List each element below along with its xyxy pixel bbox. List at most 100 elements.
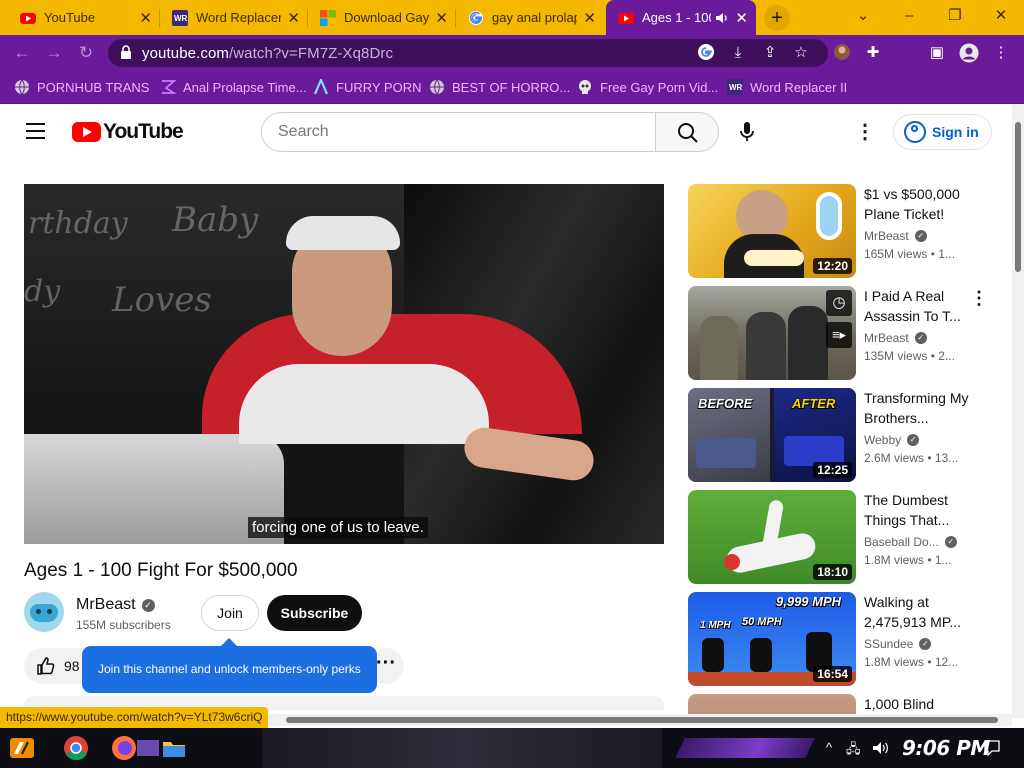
close-icon[interactable]: ✕ bbox=[583, 9, 596, 27]
video-thumbnail[interactable] bbox=[688, 694, 856, 714]
bookmark-item[interactable]: FURRY PORN bbox=[313, 78, 421, 96]
thumbnail-text: 9,999 MPH bbox=[776, 594, 842, 609]
side-panel-icon[interactable]: ▣ bbox=[927, 43, 947, 63]
tab-youtube[interactable]: YouTube ✕ bbox=[8, 0, 160, 35]
join-tooltip: Join this channel and unlock members-onl… bbox=[82, 638, 377, 693]
recommended-video[interactable]: ◷ ≡▸ I Paid A Real Assassin To T... ⋮ Mr… bbox=[688, 286, 1004, 380]
extensions-puzzle-icon[interactable]: ✚ bbox=[863, 43, 883, 63]
notification-icon[interactable] bbox=[984, 740, 1000, 756]
tab-download[interactable]: Download Gay ✕ bbox=[308, 0, 456, 35]
recommended-video[interactable]: BEFORE AFTER 12:25 Transforming My Broth… bbox=[688, 388, 1004, 482]
a-logo-icon bbox=[313, 79, 329, 95]
chrome-icon[interactable] bbox=[62, 734, 90, 762]
close-icon[interactable]: ✕ bbox=[435, 9, 448, 27]
tab-search-icon[interactable]: ⌄ bbox=[840, 0, 886, 35]
channel-avatar[interactable] bbox=[24, 592, 64, 632]
forward-icon[interactable]: → bbox=[42, 41, 66, 65]
close-icon[interactable]: ✕ bbox=[287, 9, 300, 27]
search-input[interactable] bbox=[262, 113, 622, 151]
google-lens-icon[interactable] bbox=[696, 43, 716, 63]
video-meta: 135M views • 2... bbox=[864, 349, 955, 363]
join-button[interactable]: Join bbox=[201, 595, 259, 631]
status-bar-url: https://www.youtube.com/watch?v=YLt73w6c… bbox=[0, 707, 269, 728]
bookmark-item[interactable]: WR Word Replacer II bbox=[727, 78, 847, 96]
subscribe-button[interactable]: Subscribe bbox=[267, 595, 362, 631]
thumbs-up-icon bbox=[37, 657, 55, 675]
close-icon[interactable]: ✕ bbox=[139, 9, 152, 27]
bookmark-star-icon[interactable]: ☆ bbox=[791, 43, 811, 63]
svg-text:WR: WR bbox=[729, 83, 743, 92]
tab-ages-video[interactable]: Ages 1 - 100 ✕ bbox=[606, 0, 756, 35]
menu-icon[interactable] bbox=[26, 123, 46, 139]
video-title: 1,000 Blind bbox=[864, 696, 935, 712]
restore-icon[interactable]: ❐ bbox=[932, 0, 978, 35]
address-bar[interactable]: youtube.com/watch?v=FM7Z-Xq8Drc bbox=[108, 39, 828, 67]
taskbar-clock[interactable]: 9:06 PM bbox=[902, 736, 990, 760]
whiteboard-text: dy bbox=[24, 274, 61, 309]
channel-name[interactable]: MrBeast ✓ bbox=[76, 596, 155, 614]
microphone-icon bbox=[740, 122, 754, 141]
settings-menu-icon[interactable]: ⋮ bbox=[854, 120, 876, 144]
video-options-icon[interactable]: ⋮ bbox=[970, 288, 988, 309]
tab-title: Download Gay bbox=[344, 10, 430, 25]
tab-title: Word Replacer II bbox=[196, 10, 282, 25]
whiteboard-text: Loves bbox=[112, 280, 212, 320]
browser-menu-icon[interactable]: ⋮ bbox=[991, 43, 1011, 63]
install-icon[interactable]: ⤓ bbox=[728, 43, 748, 63]
verified-icon: ✓ bbox=[914, 332, 927, 344]
bookmark-item[interactable]: BEST OF HORRO... bbox=[429, 78, 570, 96]
tray-overflow-icon[interactable]: ^ bbox=[826, 740, 832, 755]
video-thumbnail[interactable]: 9,999 MPH 1 MPH 50 MPH 16:54 bbox=[688, 592, 856, 686]
video-duration: 12:25 bbox=[813, 462, 852, 478]
video-thumbnail[interactable]: BEFORE AFTER 12:25 bbox=[688, 388, 856, 482]
video-thumbnail[interactable]: 18:10 bbox=[688, 490, 856, 584]
video-thumbnail[interactable]: ◷ ≡▸ bbox=[688, 286, 856, 380]
bookmark-item[interactable]: Free Gay Porn Vid... bbox=[577, 78, 718, 96]
video-duration: 16:54 bbox=[813, 666, 852, 682]
extension-avatar-icon[interactable] bbox=[832, 43, 852, 63]
watch-later-icon[interactable]: ◷ bbox=[826, 290, 852, 316]
channel-name: MrBeast ✓ bbox=[864, 331, 927, 345]
tab-title: Ages 1 - 100 bbox=[642, 10, 712, 25]
back-icon[interactable]: ← bbox=[10, 41, 34, 65]
verified-icon: ✓ bbox=[907, 434, 920, 446]
vertical-scrollbar[interactable] bbox=[1012, 104, 1024, 718]
thumbnail-text: BEFORE bbox=[698, 396, 753, 411]
profile-icon[interactable] bbox=[959, 43, 979, 63]
recommended-video[interactable]: 18:10 The Dumbest Things That... Basebal… bbox=[688, 490, 1004, 584]
video-meta: 1.8M views • 12... bbox=[864, 655, 959, 669]
channel-name: Baseball Do... ✓ bbox=[864, 535, 957, 549]
network-icon[interactable]: 🖧 bbox=[846, 740, 861, 762]
voice-search-button[interactable] bbox=[728, 112, 768, 152]
recommended-video[interactable]: 9,999 MPH 1 MPH 50 MPH 16:54 Walking at … bbox=[688, 592, 1004, 686]
youtube-logo[interactable]: YouTube bbox=[72, 120, 184, 144]
reload-icon[interactable]: ↻ bbox=[74, 41, 98, 65]
globe-icon bbox=[15, 79, 29, 95]
new-tab-button[interactable]: + bbox=[764, 5, 790, 31]
video-caption: forcing one of us to leave. bbox=[248, 517, 428, 538]
bookmark-item[interactable]: PORNHUB TRANS bbox=[14, 78, 149, 96]
tab-word-replacer[interactable]: WR Word Replacer II ✕ bbox=[160, 0, 308, 35]
app-window-icon[interactable] bbox=[134, 734, 162, 762]
whiteboard-text: Baby bbox=[172, 200, 259, 240]
taskbar: ^ 🖧 9:06 PM bbox=[0, 728, 1024, 768]
sign-in-button[interactable]: Sign in bbox=[893, 114, 992, 150]
video-player[interactable]: rthday Baby dy Loves bbox=[24, 184, 664, 544]
tab-google-search[interactable]: gay anal prolap ✕ bbox=[456, 0, 604, 35]
search-button[interactable] bbox=[655, 112, 719, 152]
minimize-icon[interactable]: – bbox=[886, 0, 932, 35]
volume-icon[interactable] bbox=[872, 740, 890, 756]
video-thumbnail[interactable]: 12:20 bbox=[688, 184, 856, 278]
file-explorer-icon[interactable] bbox=[160, 734, 188, 762]
recommended-video[interactable]: 1,000 Blind bbox=[688, 694, 1004, 714]
close-window-icon[interactable]: ✕ bbox=[978, 0, 1024, 35]
word-replacer-icon: WR bbox=[727, 79, 743, 95]
close-icon[interactable]: ✕ bbox=[735, 9, 748, 27]
recommended-video[interactable]: 12:20 $1 vs $500,000 Plane Ticket! MrBea… bbox=[688, 184, 1004, 278]
add-to-queue-icon[interactable]: ≡▸ bbox=[826, 322, 852, 348]
share-icon[interactable]: ⇪ bbox=[760, 43, 780, 63]
start-button-icon[interactable] bbox=[8, 734, 36, 762]
bookmark-item[interactable]: Anal Prolapse Time... bbox=[160, 78, 307, 96]
speaker-icon[interactable] bbox=[715, 11, 729, 25]
search-icon bbox=[678, 123, 698, 143]
